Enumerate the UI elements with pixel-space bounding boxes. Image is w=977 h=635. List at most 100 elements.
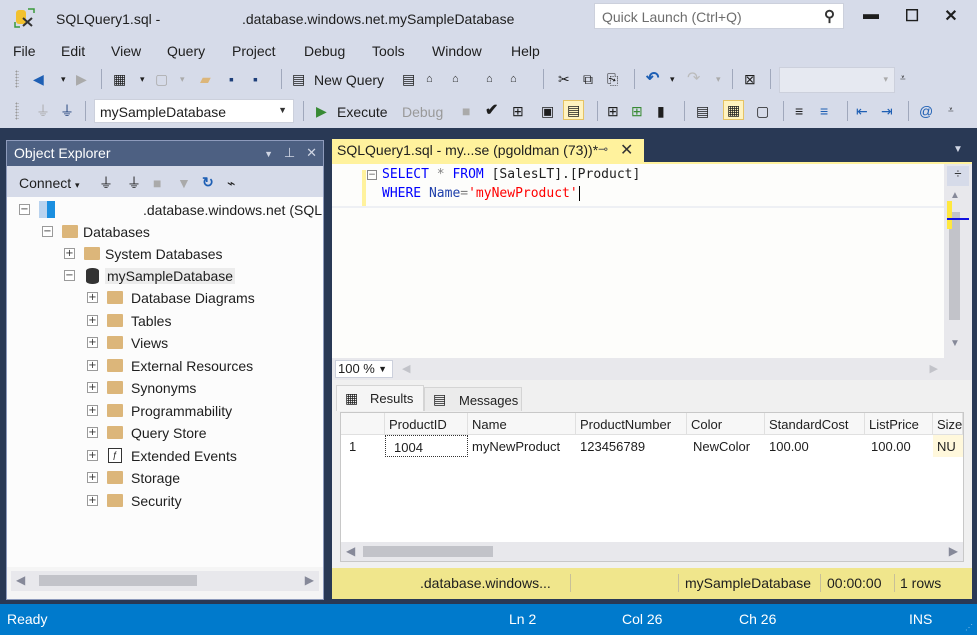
expand-icon[interactable]: + [87, 337, 98, 348]
column-header[interactable]: Color [687, 413, 765, 435]
column-header[interactable]: StandardCost [765, 413, 865, 435]
scroll-left-icon[interactable]: ◀ [346, 544, 355, 558]
cell-listprice[interactable]: 100.00 [865, 435, 933, 457]
zoom-level-dropdown[interactable]: 100 % ▼ [335, 360, 393, 378]
pin-icon[interactable]: ⊥ [284, 145, 295, 160]
expand-icon[interactable]: + [87, 382, 98, 393]
live-query-stats-icon[interactable]: ⊞ [631, 102, 643, 120]
execute-button[interactable]: ▶ Execute [312, 96, 392, 128]
expand-icon[interactable]: + [87, 315, 98, 326]
expand-icon[interactable]: + [87, 360, 98, 371]
split-window-icon[interactable]: ÷ [947, 166, 969, 186]
save-icon[interactable]: ▪ [229, 70, 234, 88]
connect-button[interactable]: Connect ▾ [19, 175, 80, 191]
scrollbar-thumb[interactable] [39, 575, 197, 586]
change-connection-icon[interactable]: ⏚ [60, 102, 74, 120]
xmla-query-icon[interactable]: ⌂ [486, 70, 493, 88]
editor-vscrollbar[interactable]: ÷ ▲ ▼ [944, 164, 972, 358]
cell-productnumber[interactable]: 123456789 [576, 435, 687, 457]
results-hscrollbar[interactable]: ◀ ▶ [341, 542, 963, 561]
tree-node-server[interactable]: − .database.windows.net (SQL [19, 199, 322, 221]
parse-icon[interactable]: ✔ [485, 102, 498, 120]
tab-sqlquery1[interactable]: SQLQuery1.sql - my...se (pgoldman (73))*… [332, 139, 644, 163]
add-item-icon[interactable]: ▢ [155, 70, 168, 88]
client-statistics-icon[interactable]: ▮ [657, 102, 665, 120]
collapse-icon[interactable]: − [19, 204, 30, 215]
disconnect-icon[interactable]: ⏚ [127, 174, 141, 192]
mdx-query-icon[interactable]: ⌂ [426, 70, 433, 88]
stop-icon[interactable]: ■ [153, 174, 161, 192]
close-button[interactable]: ✕ [936, 6, 966, 28]
new-project-icon[interactable]: ▦ [113, 70, 126, 88]
redo-dropdown-icon[interactable]: ▾ [716, 70, 721, 88]
refresh-icon[interactable]: ↻ [202, 173, 214, 191]
expand-icon[interactable]: + [87, 292, 98, 303]
connect-icon[interactable]: ⏚ [99, 174, 113, 192]
undo-icon[interactable]: ↶ [646, 70, 659, 88]
maximize-button[interactable]: ☐ [897, 6, 927, 28]
menu-help[interactable]: Help [511, 43, 540, 59]
quick-launch-input[interactable]: Quick Launch (Ctrl+Q) ⚲ [594, 3, 844, 29]
scrollbar-thumb[interactable] [363, 546, 493, 557]
scroll-up-icon[interactable]: ▲ [950, 190, 960, 201]
expand-icon[interactable]: + [87, 405, 98, 416]
undo-dropdown-icon[interactable]: ▾ [670, 70, 675, 88]
dax-query-icon[interactable]: ⌂ [510, 70, 517, 88]
menu-tools[interactable]: Tools [372, 43, 405, 59]
uncomment-icon[interactable]: ≡ [820, 102, 828, 120]
solution-config-dropdown[interactable]: ▾ [779, 67, 895, 93]
panel-menu-icon[interactable]: ▼ [264, 149, 273, 159]
debug-button[interactable]: Debug [402, 104, 443, 120]
menu-project[interactable]: Project [232, 43, 276, 59]
collapse-icon[interactable]: − [64, 270, 75, 281]
expand-icon[interactable]: + [87, 495, 98, 506]
expand-icon[interactable]: + [64, 248, 75, 259]
tab-messages[interactable]: ▤ Messages [424, 387, 522, 411]
tab-list-dropdown-icon[interactable]: ▼ [953, 144, 963, 155]
copy-icon[interactable]: ⧉ [583, 70, 593, 88]
expand-icon[interactable]: + [87, 427, 98, 438]
outline-collapse-icon[interactable]: − [367, 170, 377, 180]
scroll-left-icon[interactable]: ◀ [16, 573, 25, 587]
column-header[interactable]: ProductID [385, 413, 468, 435]
available-databases-dropdown[interactable]: mySampleDatabase ▼ [94, 99, 294, 123]
intellisense-enabled-icon[interactable]: ▤ [563, 100, 585, 120]
menu-file[interactable]: File [13, 43, 36, 59]
cut-icon[interactable]: ✂ [558, 70, 570, 88]
new-query-button[interactable]: ▤ New Query [290, 64, 392, 96]
open-file-icon[interactable]: ▰ [200, 70, 211, 88]
expand-icon[interactable]: + [87, 472, 98, 483]
increase-indent-icon[interactable]: ⇥ [881, 102, 893, 120]
column-header[interactable]: ListPrice [865, 413, 933, 435]
decrease-indent-icon[interactable]: ⇤ [856, 102, 868, 120]
scroll-left-icon[interactable]: ◀ [402, 362, 410, 375]
cell-name[interactable]: myNewProduct [468, 435, 576, 457]
object-explorer-hscrollbar[interactable]: ◀ ▶ [11, 571, 319, 591]
expand-icon[interactable]: + [87, 450, 98, 461]
database-engine-query-icon[interactable]: ▤ [402, 70, 415, 88]
close-icon[interactable]: ✕ [306, 145, 317, 160]
column-header[interactable]: Name [468, 413, 576, 435]
back-icon[interactable]: ◀ [33, 70, 44, 88]
column-header[interactable]: ProductNumber [576, 413, 687, 435]
column-header[interactable]: Size [933, 413, 963, 435]
filter-icon[interactable]: ▼ [177, 174, 191, 192]
display-estimated-plan-icon[interactable]: ⊞ [512, 102, 524, 120]
scroll-right-icon[interactable]: ▶ [930, 362, 938, 375]
pin-icon[interactable]: ⊸ [598, 142, 608, 156]
scroll-down-icon[interactable]: ▼ [950, 338, 960, 349]
minimize-button[interactable]: ▬ [856, 6, 886, 28]
connect-icon[interactable]: ⏚ [36, 102, 50, 120]
close-tab-icon[interactable]: ✕ [620, 140, 633, 160]
results-to-text-icon[interactable]: ▤ [696, 102, 709, 120]
dmx-query-icon[interactable]: ⌂ [452, 70, 459, 88]
paste-icon[interactable]: ⎘ [607, 70, 618, 88]
comment-out-icon[interactable]: ≡ [795, 102, 803, 120]
menu-edit[interactable]: Edit [61, 43, 85, 59]
cell-color[interactable]: NewColor [687, 435, 765, 457]
results-to-file-icon[interactable]: ▢ [756, 102, 769, 120]
tab-results[interactable]: ▦ Results [336, 385, 424, 411]
results-to-grid-icon[interactable]: ▦ [723, 100, 745, 120]
specify-template-values-icon[interactable]: @ [919, 102, 933, 120]
resize-grip-icon[interactable]: ⋰ [965, 623, 973, 632]
